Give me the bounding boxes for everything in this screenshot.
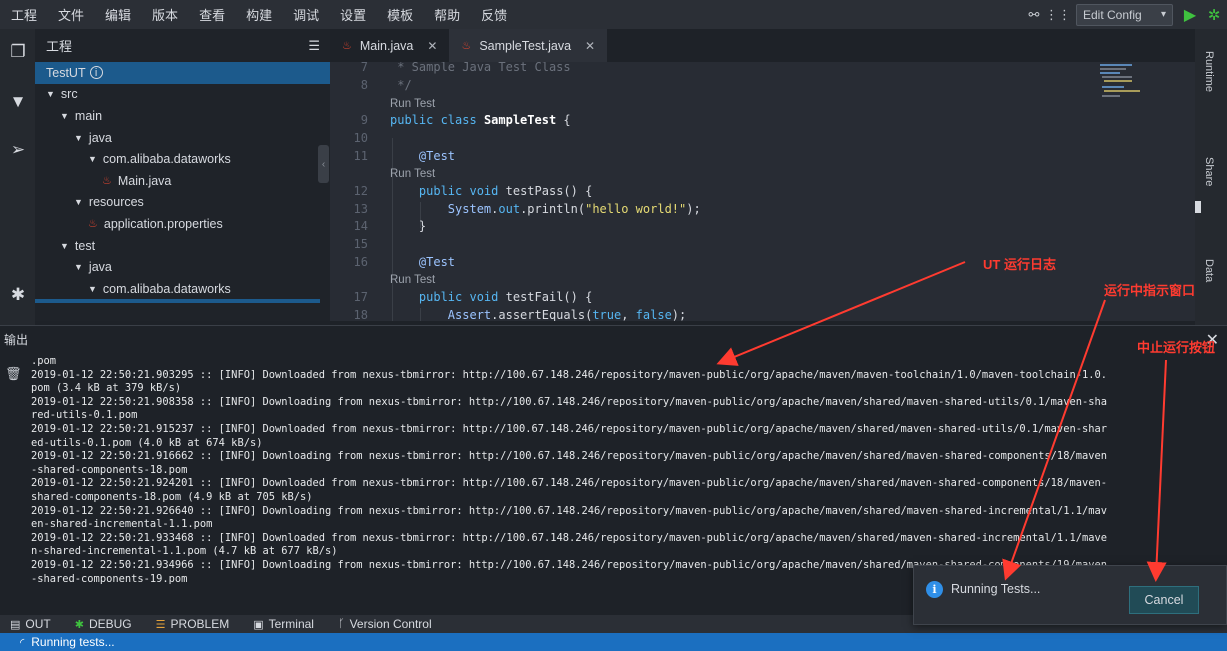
annotation-arrows [716,261,1167,582]
annotation-window: 运行中指示窗口 [1104,283,1196,298]
log-arrow [716,261,966,366]
annotation-stop: 中止运行按钮 [1137,340,1216,355]
stop-arrow [1146,359,1167,582]
annotation-log: UT 运行日志 [983,257,1056,272]
window-arrow [1002,299,1106,581]
